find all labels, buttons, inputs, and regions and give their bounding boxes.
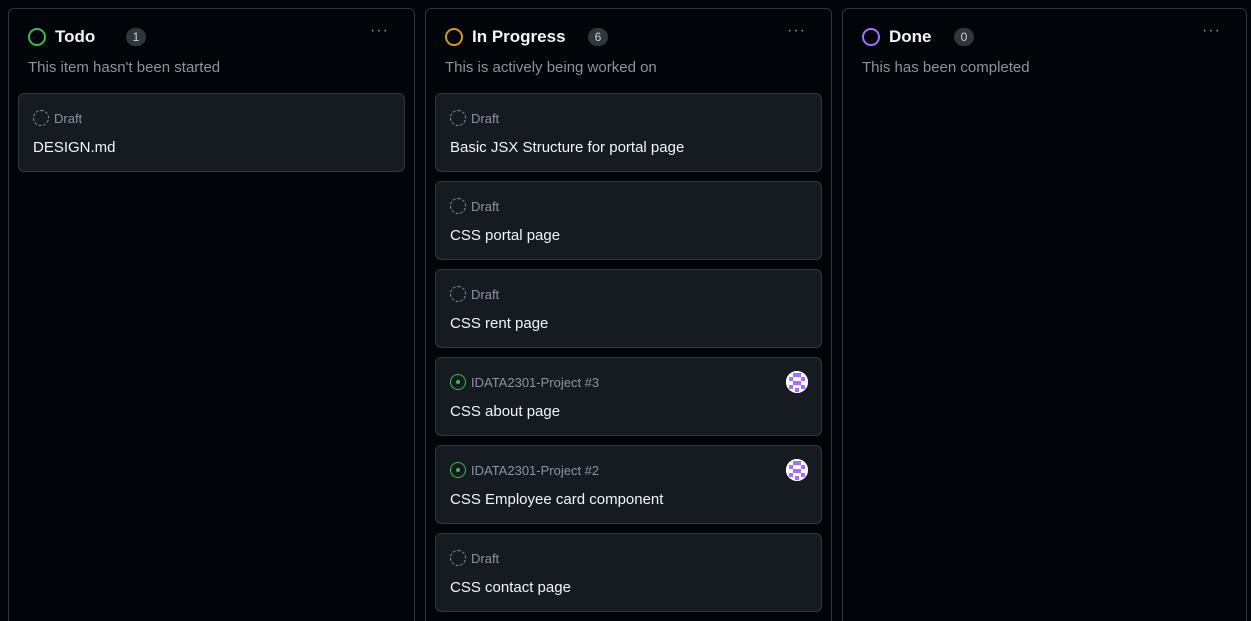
card-title[interactable]: CSS contact page bbox=[450, 578, 571, 598]
card-meta-label: Draft bbox=[471, 286, 500, 302]
column-title: Todo bbox=[55, 27, 96, 46]
column-in-progress: In Progress 6 ··· This is actively being… bbox=[425, 8, 832, 621]
column-menu-button[interactable]: ··· bbox=[1202, 23, 1221, 39]
draft-icon bbox=[450, 198, 466, 214]
card-basic-jsx-structure[interactable]: Draft Basic JSX Structure for portal pag… bbox=[435, 93, 822, 172]
card-css-rent-page[interactable]: Draft CSS rent page bbox=[435, 269, 822, 348]
column-description: This item hasn't been started bbox=[28, 59, 221, 76]
card-meta-label: Draft bbox=[471, 110, 500, 126]
item-count-badge: 6 bbox=[588, 28, 608, 46]
column-done: Done 0 ··· This has been completed bbox=[842, 8, 1247, 621]
card-css-contact-page[interactable]: Draft CSS contact page bbox=[435, 533, 822, 612]
card-design-md[interactable]: Draft DESIGN.md bbox=[18, 93, 405, 172]
card-title[interactable]: CSS rent page bbox=[450, 314, 548, 334]
column-menu-button[interactable]: ··· bbox=[370, 23, 389, 39]
column-header: In Progress 6 ··· This is actively being… bbox=[435, 9, 822, 93]
column-description: This is actively being worked on bbox=[445, 59, 657, 76]
card-meta: Draft bbox=[33, 109, 82, 127]
column-header: Done 0 ··· This has been completed bbox=[852, 9, 1237, 93]
column-title: Done bbox=[889, 27, 932, 46]
card-meta-label: Draft bbox=[471, 198, 500, 214]
assignee-avatar[interactable] bbox=[786, 459, 808, 481]
card-meta: Draft bbox=[450, 285, 499, 303]
done-status-icon bbox=[862, 28, 880, 46]
card-meta: IDATA2301-Project #2 bbox=[450, 461, 599, 479]
todo-status-icon bbox=[28, 28, 46, 46]
draft-icon bbox=[450, 286, 466, 302]
in-progress-status-icon bbox=[445, 28, 463, 46]
card-title[interactable]: CSS about page bbox=[450, 402, 560, 422]
issue-opened-icon bbox=[450, 462, 466, 478]
card-meta: Draft bbox=[450, 197, 499, 215]
card-title[interactable]: Basic JSX Structure for portal page bbox=[450, 138, 684, 158]
draft-icon bbox=[450, 110, 466, 126]
item-count-badge: 1 bbox=[126, 28, 146, 46]
card-meta-label: Draft bbox=[54, 110, 83, 126]
column-title: In Progress bbox=[472, 27, 566, 46]
card-title[interactable]: CSS portal page bbox=[450, 226, 560, 246]
column-todo: Todo 1 ··· This item hasn't been started… bbox=[8, 8, 415, 621]
card-css-portal-page[interactable]: Draft CSS portal page bbox=[435, 181, 822, 260]
card-issue-reference[interactable]: IDATA2301-Project #3 bbox=[471, 375, 599, 390]
draft-icon bbox=[33, 110, 49, 126]
column-header: Todo 1 ··· This item hasn't been started bbox=[18, 9, 405, 93]
card-meta: Draft bbox=[450, 109, 499, 127]
item-count-badge: 0 bbox=[954, 28, 974, 46]
card-css-employee-card[interactable]: IDATA2301-Project #2 CSS Employee card c… bbox=[435, 445, 822, 524]
draft-icon bbox=[450, 550, 466, 566]
issue-opened-icon bbox=[450, 374, 466, 390]
column-description: This has been completed bbox=[862, 59, 1030, 76]
card-title[interactable]: DESIGN.md bbox=[33, 138, 116, 158]
card-issue-reference[interactable]: IDATA2301-Project #2 bbox=[471, 463, 599, 478]
card-title[interactable]: CSS Employee card component bbox=[450, 490, 663, 510]
card-meta: IDATA2301-Project #3 bbox=[450, 373, 599, 391]
card-meta-label: Draft bbox=[471, 550, 500, 566]
project-board: Todo 1 ··· This item hasn't been started… bbox=[0, 0, 1251, 621]
assignee-avatar[interactable] bbox=[786, 371, 808, 393]
column-menu-button[interactable]: ··· bbox=[787, 23, 806, 39]
card-meta: Draft bbox=[450, 549, 499, 567]
card-css-about-page[interactable]: IDATA2301-Project #3 CSS about page bbox=[435, 357, 822, 436]
